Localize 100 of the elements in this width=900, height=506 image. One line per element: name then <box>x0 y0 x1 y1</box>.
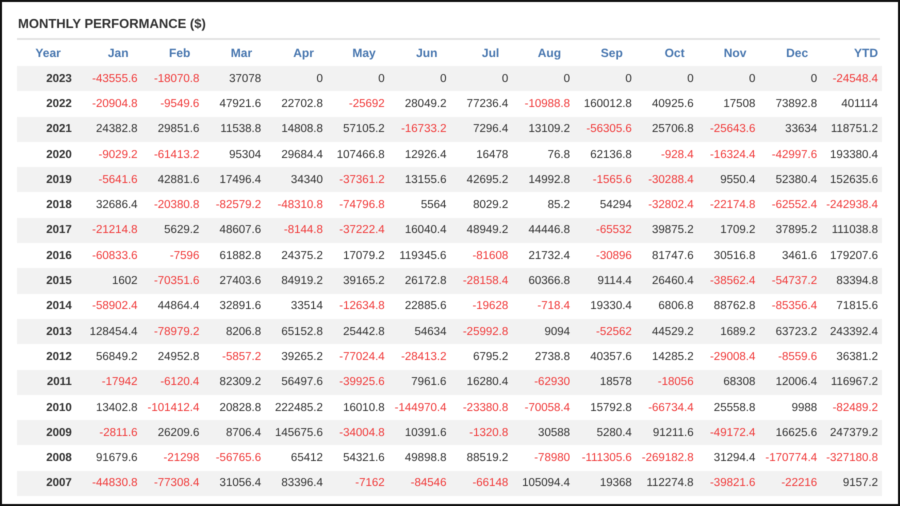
table-cell: -54737.2 <box>758 268 820 294</box>
column-header: Jan <box>78 40 141 66</box>
table-cell: 19368 <box>573 470 635 496</box>
year-cell: 2021 <box>17 116 79 142</box>
table-cell: 0 <box>388 66 450 92</box>
table-cell-text: 160012.8 <box>582 96 633 112</box>
table-cell: -144970.4 <box>388 394 450 420</box>
table-cell: 30516.8 <box>696 243 758 268</box>
table-cell: -30288.4 <box>634 167 697 192</box>
table-cell: 8706.4 <box>202 420 264 446</box>
table-cell: 119345.6 <box>388 243 450 268</box>
table-cell: 13155.6 <box>388 167 450 192</box>
table-cell: -30896 <box>573 243 635 268</box>
table-cell: 71815.6 <box>820 294 882 319</box>
table-cell: -242938.4 <box>820 192 882 218</box>
table-cell: 1709.2 <box>696 218 758 244</box>
table-cell: 179207.6 <box>820 243 882 268</box>
table-cell: 88762.8 <box>696 294 758 319</box>
table-cell: 247379.2 <box>820 420 882 446</box>
table-cell: 20828.8 <box>202 394 264 420</box>
table-cell-text: 36381.2 <box>835 350 879 365</box>
column-header: Jul <box>449 40 512 66</box>
table-cell: -56765.6 <box>202 445 264 471</box>
table-cell-text: -25692 <box>348 96 386 112</box>
table-cell: 16040.4 <box>388 218 450 244</box>
table-cell: -25643.6 <box>696 116 758 142</box>
table-cell-text: -5857.2 <box>221 350 262 365</box>
column-header: Sep <box>573 40 635 66</box>
table-cell: -327180.8 <box>820 445 882 471</box>
year-cell: 2015 <box>17 268 79 294</box>
table-cell: -39821.6 <box>696 470 758 496</box>
table-cell: 39875.2 <box>634 218 697 244</box>
table-cell: 16010.8 <box>326 394 388 420</box>
year-cell: 2013 <box>17 318 79 344</box>
table-cell-text: 17508 <box>722 96 756 112</box>
table-cell-text: 401114 <box>840 96 879 112</box>
table-cell: 95304 <box>202 142 264 168</box>
table-cell: -37361.2 <box>326 167 388 192</box>
year-cell: 2017 <box>17 218 79 244</box>
table-cell: -1320.8 <box>449 420 512 446</box>
column-header: YTD <box>820 40 882 66</box>
column-header: Dec <box>758 40 820 66</box>
table-cell: 6806.8 <box>634 294 697 319</box>
table-cell-text: -20904.8 <box>91 96 139 112</box>
table-cell: -77308.4 <box>140 470 202 496</box>
table-cell: 61882.8 <box>202 243 264 268</box>
table-cell-text: -10988.8 <box>524 96 572 112</box>
table-cell: 27403.6 <box>202 268 264 294</box>
table-cell: 17496.4 <box>202 167 264 192</box>
table-cell: -5641.6 <box>78 167 141 192</box>
table-cell: 243392.4 <box>820 318 882 344</box>
table-cell: 54634 <box>388 318 450 344</box>
table-cell: 15792.8 <box>573 394 635 420</box>
table-cell-text: 39265.2 <box>280 350 324 365</box>
table-cell: -28158.4 <box>449 268 512 294</box>
year-cell-text: 2022 <box>45 96 73 112</box>
table-cell: 0 <box>573 66 635 92</box>
table-cell: 33634 <box>758 116 820 142</box>
table-cell: 91679.6 <box>78 445 141 471</box>
table-cell: 9114.4 <box>573 268 635 294</box>
table-cell: 85.2 <box>511 192 574 218</box>
table-cell: -85356.4 <box>758 294 820 319</box>
table-cell: 31056.4 <box>202 470 264 496</box>
table-cell: 0 <box>758 66 820 92</box>
table-cell: -7162 <box>326 470 388 496</box>
year-cell: 2008 <box>17 445 79 471</box>
table-cell: 29684.4 <box>264 142 326 168</box>
table-cell: -60833.6 <box>78 243 141 268</box>
table-cell: -1565.6 <box>573 167 635 192</box>
table-cell: 22885.6 <box>388 294 450 319</box>
table-cell: 14808.8 <box>264 116 326 142</box>
table-cell: -81608 <box>449 243 512 268</box>
table-cell: -66734.4 <box>634 394 697 420</box>
table-cell: 16478 <box>449 142 512 168</box>
table-cell: 0 <box>264 66 326 92</box>
table-cell: 32686.4 <box>78 192 141 218</box>
table-cell: 8029.2 <box>449 192 512 218</box>
table-cell-text: -77024.4 <box>338 350 386 365</box>
table-cell: 7296.4 <box>449 116 512 142</box>
column-header: Mar <box>202 40 264 66</box>
table-cell: -18056 <box>634 370 697 395</box>
table-cell: 11538.8 <box>202 116 264 142</box>
table-cell-text: 6795.2 <box>472 350 510 365</box>
table-cell: -16733.2 <box>388 116 450 142</box>
table-cell: 21732.4 <box>511 243 574 268</box>
table-cell: -18070.8 <box>140 66 202 92</box>
table-cell: 111038.8 <box>820 218 882 244</box>
table-cell-text: 73892.8 <box>774 96 818 112</box>
table-cell: 107466.8 <box>326 142 388 168</box>
table-cell: 62136.8 <box>573 142 635 168</box>
table-cell-text: 28049.2 <box>404 96 448 112</box>
table-cell: 82309.2 <box>202 370 264 395</box>
table-cell: -74796.8 <box>326 192 388 218</box>
column-header: Jun <box>388 40 450 66</box>
year-cell: 2019 <box>17 167 79 192</box>
table-cell: -82489.2 <box>820 394 882 420</box>
table-cell: -49172.4 <box>696 420 758 446</box>
table-cell: 33514 <box>264 294 326 319</box>
table-cell: 25558.8 <box>696 394 758 420</box>
table-cell: -170774.4 <box>758 445 820 471</box>
